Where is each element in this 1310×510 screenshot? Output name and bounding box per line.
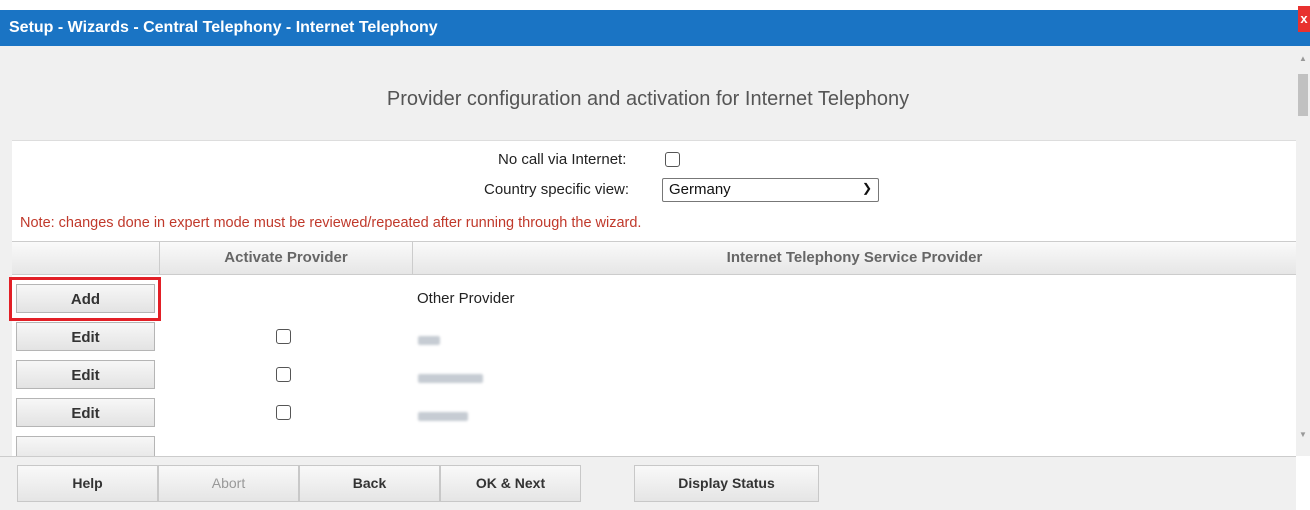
scrollbar-thumb[interactable] — [1298, 74, 1308, 116]
column-header-actions — [12, 242, 160, 274]
country-label: Country specific view: — [484, 181, 630, 198]
edit-button[interactable]: Edit — [16, 360, 155, 389]
edit-button[interactable] — [16, 436, 155, 456]
other-provider-label: Other Provider — [417, 290, 515, 307]
back-button[interactable]: Back — [299, 465, 440, 502]
title-bar: Setup - Wizards - Central Telephony - In… — [0, 6, 1310, 46]
display-status-button[interactable]: Display Status — [634, 465, 819, 502]
scroll-up-icon[interactable]: ▲ — [1299, 54, 1307, 63]
wizard-panel: Provider configuration and activation fo… — [0, 46, 1296, 456]
vertical-scrollbar[interactable]: ▲ ▼ — [1296, 46, 1310, 456]
no-call-checkbox[interactable] — [665, 152, 680, 167]
ok-next-button[interactable]: OK & Next — [440, 465, 581, 502]
scroll-down-icon[interactable]: ▼ — [1299, 430, 1307, 439]
expert-mode-note: Note: changes done in expert mode must b… — [20, 215, 642, 231]
help-button[interactable]: Help — [17, 465, 158, 502]
activate-provider-checkbox[interactable] — [276, 329, 291, 344]
form-area: No call via Internet: Country specific v… — [9, 140, 1296, 456]
no-call-label: No call via Internet: — [498, 151, 627, 168]
country-select[interactable]: Germany ❯ — [662, 178, 879, 202]
activate-provider-checkbox[interactable] — [276, 367, 291, 382]
edit-button[interactable]: Edit — [16, 398, 155, 427]
activate-provider-checkbox[interactable] — [276, 405, 291, 420]
abort-button[interactable]: Abort — [158, 465, 299, 502]
footer-toolbar: Help Abort Back OK & Next Display Status — [0, 456, 1296, 510]
edit-button[interactable]: Edit — [16, 322, 155, 351]
blurred-provider-name — [418, 336, 440, 345]
page-heading: Provider configuration and activation fo… — [386, 88, 910, 110]
window-title: Setup - Wizards - Central Telephony - In… — [9, 19, 438, 36]
blurred-provider-name — [418, 412, 468, 421]
close-icon[interactable]: x — [1298, 6, 1310, 32]
blurred-provider-name — [418, 374, 483, 383]
table-header: Activate Provider Internet Telephony Ser… — [12, 241, 1296, 275]
column-header-activate: Activate Provider — [160, 242, 413, 274]
chevron-down-icon: ❯ — [861, 181, 872, 195]
country-select-value: Germany — [669, 181, 731, 198]
add-button[interactable]: Add — [16, 284, 155, 313]
column-header-provider: Internet Telephony Service Provider — [726, 249, 983, 266]
